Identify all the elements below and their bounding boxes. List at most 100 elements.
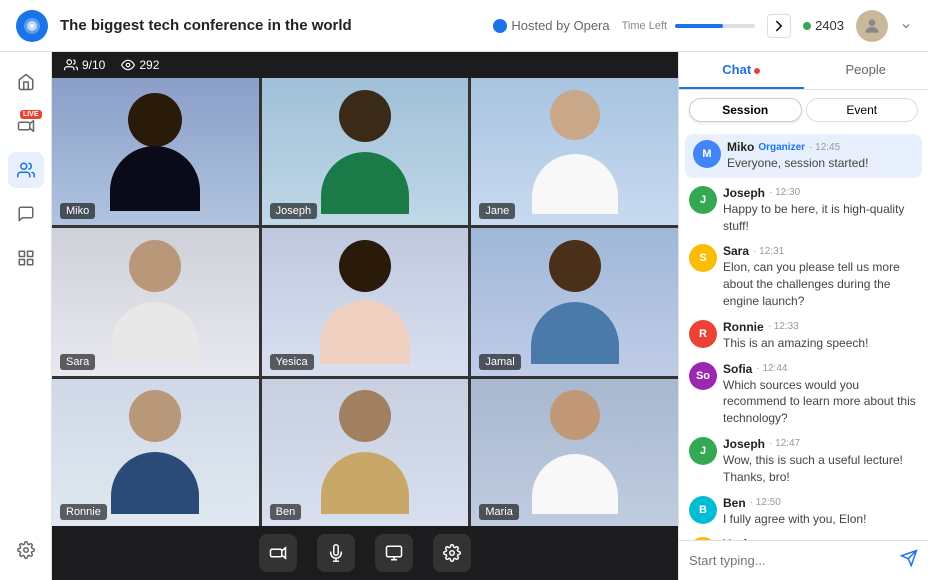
message-time: · 12:45 [809, 142, 840, 153]
message-avatar: S [689, 244, 717, 272]
message-avatar: So [689, 362, 717, 390]
time-left-label: Time Left [622, 20, 667, 32]
message-time: · 12:33 [768, 321, 799, 332]
toggle-session[interactable]: Session [689, 98, 802, 122]
message-header: Joseph · 12:47 [723, 437, 918, 451]
video-label-joseph: Joseph [270, 203, 317, 219]
video-stats: 9/10 292 [64, 58, 159, 72]
video-controls [52, 526, 678, 580]
video-cell-jamal: Jamal [471, 228, 678, 375]
message-content: Joseph · 12:30 Happy to be here, it is h… [723, 186, 918, 235]
sidebar-item-people[interactable] [8, 152, 44, 188]
settings-button[interactable] [433, 534, 471, 572]
online-indicator [803, 22, 811, 30]
video-cell-jane: Jane [471, 78, 678, 225]
settings-icon [17, 541, 35, 559]
message-time: · 12:30 [769, 187, 800, 198]
message-content: Ben · 12:50 I fully agree with you, Elon… [723, 496, 918, 528]
message-time: · 12:44 [756, 363, 787, 374]
tab-chat[interactable]: Chat [679, 52, 804, 89]
avatar-dropdown-icon[interactable] [900, 20, 912, 32]
viewers-count: 292 [139, 58, 159, 72]
sidebar-item-home[interactable] [8, 64, 44, 100]
message-name: Ben [723, 496, 746, 510]
video-cell-ronnie: Ronnie [52, 379, 259, 526]
message-header: Sara · 12:31 [723, 244, 918, 258]
video-label-jamal: Jamal [479, 354, 520, 370]
home-icon [17, 73, 35, 91]
live-badge: LIVE [20, 110, 42, 119]
sidebar-item-grid[interactable] [8, 240, 44, 276]
message-role: Organizer [758, 142, 805, 153]
mic-icon [327, 544, 345, 562]
session-toggle: Session Event [679, 90, 928, 130]
chat-tabs: Chat People [679, 52, 928, 90]
send-icon [900, 549, 918, 567]
avatar-icon [862, 16, 882, 36]
screen-share-button[interactable] [375, 534, 413, 572]
conference-title: The biggest tech conference in the world [60, 17, 481, 34]
message-text: I fully agree with you, Elon! [723, 511, 918, 528]
message-content: Miko Organizer · 12:45 Everyone, session… [727, 140, 914, 172]
message-avatar: J [689, 186, 717, 214]
video-icon [17, 117, 35, 135]
sidebar-item-chat[interactable] [8, 196, 44, 232]
hosted-by: Hosted by Opera [493, 18, 609, 33]
sidebar: LIVE [0, 52, 52, 580]
video-area: 9/10 292 Miko [52, 52, 678, 580]
message-name: Ronnie [723, 320, 764, 334]
sidebar-item-live[interactable]: LIVE [8, 108, 44, 144]
message-header: Joseph · 12:30 [723, 186, 918, 200]
message-name: Sofia [723, 362, 752, 376]
message-text: Wow, this is such a useful lecture! Than… [723, 452, 918, 486]
toggle-event[interactable]: Event [806, 98, 919, 122]
video-label-maria: Maria [479, 504, 519, 520]
video-cell-joseph: Joseph [262, 78, 469, 225]
message-time: · 12:50 [750, 497, 781, 508]
message-time: · 12:47 [769, 438, 800, 449]
message-name: Joseph [723, 437, 765, 451]
video-label-yesica: Yesica [270, 354, 314, 370]
video-cell-maria: Maria [471, 379, 678, 526]
expand-button[interactable] [767, 14, 791, 38]
message-name: Sara [723, 244, 749, 258]
message-text: This is an amazing speech! [723, 335, 918, 352]
message-text: Everyone, session started! [727, 155, 914, 172]
viewer-count: 2403 [803, 18, 844, 33]
viewers-stat: 292 [121, 58, 159, 72]
message-header: Ronnie · 12:33 [723, 320, 918, 334]
user-avatar[interactable] [856, 10, 888, 42]
main-area: LIVE 9/10 292 [0, 52, 928, 580]
mic-button[interactable] [317, 534, 355, 572]
chat-input[interactable] [689, 553, 894, 568]
participants-icon [64, 58, 78, 72]
participants-count: 9/10 [82, 58, 105, 72]
video-cell-ben: Ben [262, 379, 469, 526]
time-left-section: Time Left [622, 20, 755, 32]
chat-messages: M Miko Organizer · 12:45 Everyone, sessi… [679, 130, 928, 540]
message-header: Ben · 12:50 [723, 496, 918, 510]
video-cell-miko: Miko [52, 78, 259, 225]
video-label-jane: Jane [479, 203, 515, 219]
sidebar-item-settings[interactable] [8, 532, 44, 568]
tab-people[interactable]: People [804, 52, 928, 89]
chat-panel: Chat People Session Event M Miko Organiz… [678, 52, 928, 580]
message-name: Joseph [723, 186, 765, 200]
eye-icon [121, 58, 135, 72]
message-header: Miko Organizer · 12:45 [727, 140, 914, 154]
send-button[interactable] [900, 549, 918, 572]
video-label-sara: Sara [60, 354, 95, 370]
video-grid: Miko Joseph Jane [52, 78, 678, 526]
message-time: · 12:31 [753, 246, 784, 257]
video-top-bar: 9/10 292 [52, 52, 678, 78]
chat-message: S Sara · 12:31 Elon, can you please tell… [689, 244, 918, 309]
video-label-miko: Miko [60, 203, 95, 219]
camera-button[interactable] [259, 534, 297, 572]
message-text: Which sources would you recommend to lea… [723, 377, 918, 427]
chat-message: So Sofia · 12:44 Which sources would you… [689, 362, 918, 427]
logo-icon [22, 16, 42, 36]
controls-settings-icon [443, 544, 461, 562]
time-bar-fill [675, 24, 723, 28]
grid-icon [17, 249, 35, 267]
message-header: Sofia · 12:44 [723, 362, 918, 376]
